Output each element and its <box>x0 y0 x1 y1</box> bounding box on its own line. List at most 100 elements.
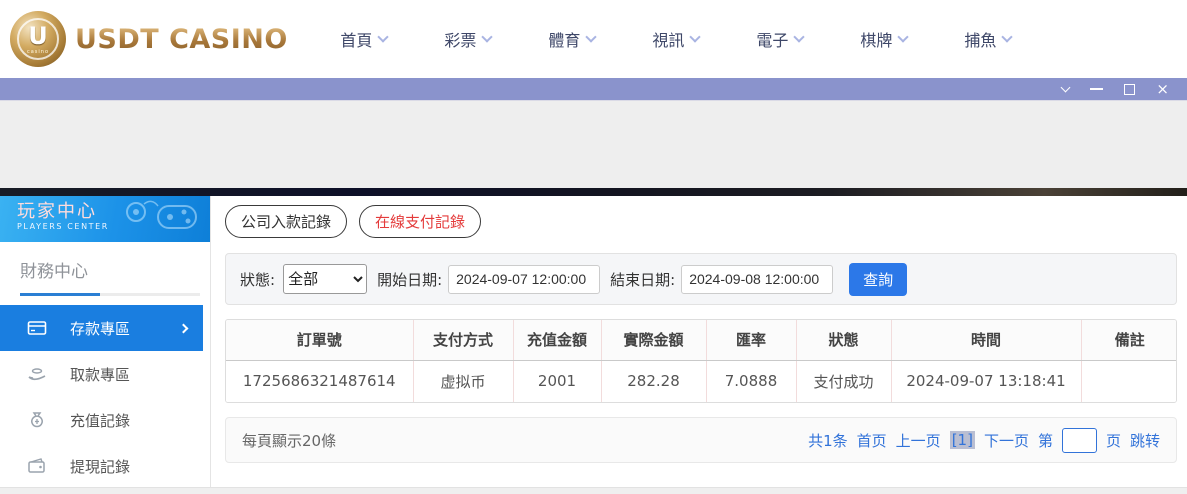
jump-suffix-label: 页 <box>1106 430 1121 451</box>
tab-online-payment-records[interactable]: 在線支付記錄 <box>359 205 481 238</box>
sidebar-item-recharge-records[interactable]: 充值記錄 <box>0 397 210 443</box>
nav-item-home[interactable]: 首頁 <box>312 27 416 51</box>
record-tabs: 公司入款記錄 在線支付記錄 <box>225 205 1187 238</box>
chevron-down-icon <box>1002 31 1013 42</box>
jump-prefix-label: 第 <box>1038 430 1053 451</box>
start-date-label: 開始日期: <box>377 269 442 290</box>
nav-label: 視訊 <box>652 27 684 51</box>
sidebar-item-label: 存款專區 <box>70 318 130 339</box>
tab-company-deposit-records[interactable]: 公司入款記錄 <box>225 205 347 238</box>
filter-bar: 狀態: 全部 開始日期: 結束日期: 查詢 <box>225 253 1177 305</box>
cell-status: 支付成功 <box>796 360 891 402</box>
table-header-row: 訂單號 支付方式 充值金額 實際金額 匯率 狀態 時間 備註 <box>226 320 1177 360</box>
section-underline-accent <box>20 293 100 296</box>
pagination-bar: 每頁顯示20條 共1条 首页 上一页 [1] 下一页 第 页 跳转 <box>225 417 1177 463</box>
nav-label: 棋牌 <box>860 27 892 51</box>
col-exchange-rate: 匯率 <box>706 320 796 360</box>
tab-label: 公司入款記錄 <box>241 211 331 232</box>
section-underline <box>20 293 200 296</box>
players-center-header: 玩家中心 PLAYERS CENTER <box>0 196 210 242</box>
hand-coin-icon <box>27 364 47 384</box>
sidebar-item-withdraw-records[interactable]: 提現記錄 <box>0 443 210 489</box>
sidebar-item-fund-records[interactable]: 資金記錄 <box>0 489 210 494</box>
col-payment-method: 支付方式 <box>413 320 513 360</box>
chevron-down-icon <box>482 31 493 42</box>
site-header: U casino USDT CASINO 首頁 彩票 體育 視訊 電子 棋牌 <box>0 0 1187 78</box>
col-status: 狀態 <box>796 320 891 360</box>
main-nav: 首頁 彩票 體育 視訊 電子 棋牌 捕魚 <box>312 27 1040 51</box>
maximize-icon[interactable] <box>1124 84 1135 95</box>
main-panel: 公司入款記錄 在線支付記錄 狀態: 全部 開始日期: 結束日期: 查詢 <box>211 196 1187 487</box>
end-date-input[interactable] <box>681 265 833 294</box>
brand-logo[interactable]: U casino USDT CASINO <box>10 11 288 67</box>
first-page-link[interactable]: 首页 <box>857 430 887 451</box>
sidebar-item-label: 充值記錄 <box>70 410 130 431</box>
chevron-down-icon <box>794 31 805 42</box>
chevron-down-icon <box>586 31 597 42</box>
chevron-right-icon <box>179 323 189 333</box>
gamepad-icon <box>114 198 204 240</box>
nav-item-live[interactable]: 視訊 <box>624 27 728 51</box>
nav-label: 首頁 <box>340 27 372 51</box>
nav-item-fishing[interactable]: 捕魚 <box>936 27 1040 51</box>
search-button[interactable]: 查詢 <box>849 263 907 296</box>
pagination-controls: 共1条 首页 上一页 [1] 下一页 第 页 跳转 <box>808 428 1160 453</box>
prev-page-link[interactable]: 上一页 <box>896 430 941 451</box>
brand-name: USDT CASINO <box>75 24 288 55</box>
finance-section: 財務中心 <box>0 242 210 296</box>
nav-item-sports[interactable]: 體育 <box>520 27 624 51</box>
tab-label: 在線支付記錄 <box>375 211 465 232</box>
usdt-coin-icon: U casino <box>10 11 66 67</box>
sidebar-item-label: 提現記錄 <box>70 456 130 477</box>
jump-action-link[interactable]: 跳转 <box>1130 430 1160 451</box>
nav-label: 彩票 <box>444 27 476 51</box>
col-time: 時間 <box>891 320 1081 360</box>
nav-label: 體育 <box>548 27 580 51</box>
chevron-down-icon <box>378 31 389 42</box>
coin-ring <box>17 18 59 60</box>
records-table: 訂單號 支付方式 充值金額 實際金額 匯率 狀態 時間 備註 172568632… <box>225 319 1177 403</box>
cell-payment-method: 虚拟币 <box>413 360 513 402</box>
next-page-link[interactable]: 下一页 <box>984 430 1029 451</box>
money-bag-icon <box>27 410 47 430</box>
total-count: 共1条 <box>808 430 848 451</box>
page-jump-input[interactable] <box>1062 428 1097 453</box>
col-order-number: 訂單號 <box>226 320 413 360</box>
sidebar-item-withdraw-zone[interactable]: 取款專區 <box>0 351 210 397</box>
nav-label: 捕魚 <box>964 27 996 51</box>
close-icon[interactable]: × <box>1156 84 1169 95</box>
start-date-input[interactable] <box>448 265 600 294</box>
col-actual-amount: 實際金額 <box>601 320 706 360</box>
nav-item-chess[interactable]: 棋牌 <box>832 27 936 51</box>
table-row: 1725686321487614 虚拟币 2001 282.28 7.0888 … <box>226 360 1177 402</box>
chevron-down-icon <box>690 31 701 42</box>
bank-card-icon <box>27 318 47 338</box>
sidebar-item-deposit[interactable]: 存款專區 <box>0 305 203 351</box>
sidebar-menu: 存款專區 取款專區 充值記錄 提現記錄 <box>0 305 210 494</box>
nav-label: 電子 <box>756 27 788 51</box>
nav-item-slots[interactable]: 電子 <box>728 27 832 51</box>
content-area: 玩家中心 PLAYERS CENTER 財務中心 <box>0 196 1187 487</box>
cell-order-number: 1725686321487614 <box>226 360 413 402</box>
window-titlebar: × <box>0 78 1187 100</box>
col-remarks: 備註 <box>1081 320 1177 360</box>
chevron-down-icon <box>898 31 909 42</box>
window-dropdown-icon[interactable] <box>1061 83 1071 93</box>
minimize-icon[interactable] <box>1090 88 1103 90</box>
finance-section-title: 財務中心 <box>20 257 210 282</box>
status-label: 狀態: <box>240 269 275 290</box>
current-page-indicator: [1] <box>950 431 975 449</box>
nav-item-lottery[interactable]: 彩票 <box>416 27 520 51</box>
banner-area <box>0 100 1187 188</box>
per-page-text: 每頁顯示20條 <box>242 430 336 451</box>
cell-recharge-amount: 2001 <box>513 360 601 402</box>
divider-strip <box>0 188 1187 196</box>
cell-exchange-rate: 7.0888 <box>706 360 796 402</box>
cell-time: 2024-09-07 13:18:41 <box>891 360 1081 402</box>
wallet-icon <box>27 456 47 476</box>
sidebar-item-label: 取款專區 <box>70 364 130 385</box>
end-date-label: 結束日期: <box>610 269 675 290</box>
cell-actual-amount: 282.28 <box>601 360 706 402</box>
col-recharge-amount: 充值金額 <box>513 320 601 360</box>
status-select[interactable]: 全部 <box>283 264 367 294</box>
